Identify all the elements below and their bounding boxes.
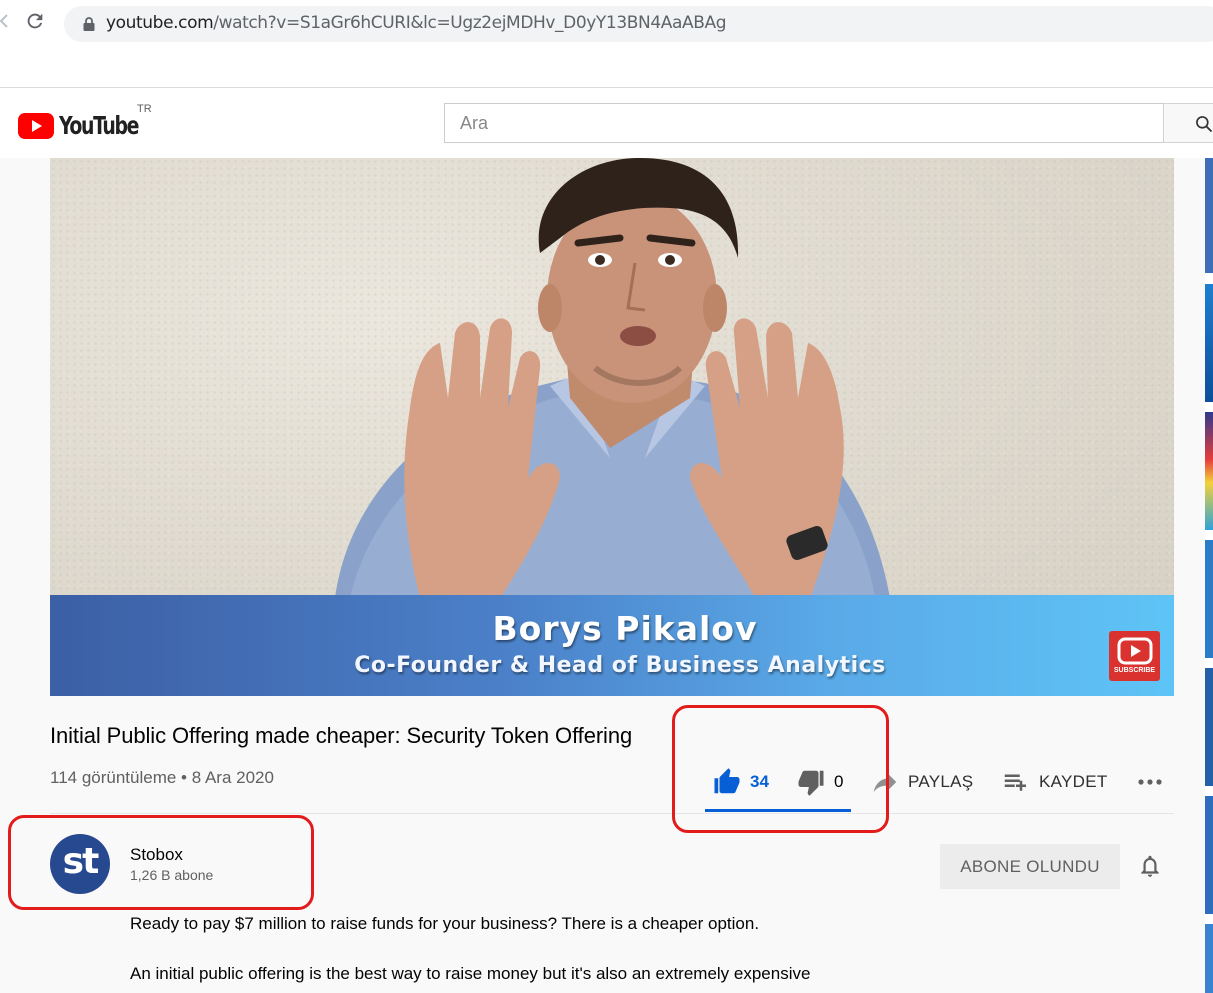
video-player[interactable]: Borys Pikalov Co-Founder & Head of Busin…: [50, 158, 1174, 696]
youtube-header: YouTube TR: [0, 89, 1213, 158]
presenter-name: Borys Pikalov: [492, 609, 758, 648]
youtube-play-logo-icon: [18, 112, 54, 139]
related-thumbnail[interactable]: [1205, 924, 1213, 993]
play-button-icon: [1117, 637, 1153, 665]
divider: [50, 813, 1174, 814]
browser-toolbar: youtube.com/watch?v=S1aGr6hCURI&lc=Ugz2e…: [0, 0, 1213, 88]
page: youtube.com/watch?v=S1aGr6hCURI&lc=Ugz2e…: [0, 0, 1213, 993]
related-thumbnail[interactable]: [1205, 412, 1213, 530]
share-label: PAYLAŞ: [908, 772, 974, 791]
notification-bell-icon[interactable]: [1137, 852, 1163, 880]
search-input[interactable]: [445, 104, 1163, 142]
video-meta: 114 görüntüleme • 8 Ara 2020: [50, 768, 274, 787]
annotation-highlight-channel: [8, 815, 314, 910]
search-icon: [1196, 116, 1213, 133]
subscribe-watermark[interactable]: SUBSCRIBE: [1109, 631, 1160, 681]
related-thumbnail[interactable]: [1205, 540, 1213, 658]
url-path: /watch?v=S1aGr6hCURI&lc=Ugz2ejMDHv_D0yY1…: [213, 13, 727, 33]
playlist-add-icon: [1004, 774, 1026, 791]
subscribe-watermark-label: SUBSCRIBE: [1113, 667, 1156, 674]
more-actions-icon[interactable]: [1136, 772, 1166, 792]
related-thumbnail[interactable]: [1205, 284, 1213, 402]
lock-icon[interactable]: [82, 16, 96, 32]
youtube-logo[interactable]: YouTube: [18, 111, 153, 140]
save-button[interactable]: KAYDET: [1001, 764, 1108, 800]
back-arrow-icon[interactable]: [0, 14, 8, 28]
reload-icon[interactable]: [24, 10, 52, 38]
youtube-logo-text: YouTube: [59, 111, 140, 140]
annotation-highlight-likes: [672, 705, 889, 833]
description-line: An initial public offering is the best w…: [130, 964, 811, 983]
search-box[interactable]: [444, 103, 1164, 143]
country-code: TR: [137, 103, 152, 115]
subscribed-button[interactable]: ABONE OLUNDU: [940, 844, 1120, 889]
related-thumbnail[interactable]: [1205, 158, 1213, 273]
url-host: youtube.com: [106, 13, 214, 33]
save-label: KAYDET: [1039, 772, 1108, 791]
presenter-role: Co-Founder & Head of Business Analytics: [354, 653, 886, 678]
related-thumbnail[interactable]: [1205, 668, 1213, 786]
video-title: Initial Public Offering made cheaper: Se…: [50, 723, 633, 748]
related-thumbnail[interactable]: [1205, 796, 1213, 914]
url-text[interactable]: youtube.com/watch?v=S1aGr6hCURI&lc=Ugz2e…: [106, 13, 727, 33]
description-line: Ready to pay $7 million to raise funds f…: [130, 914, 760, 933]
search-button[interactable]: [1163, 103, 1213, 143]
video-lower-third: Borys Pikalov Co-Founder & Head of Busin…: [50, 595, 1174, 696]
address-bar[interactable]: youtube.com/watch?v=S1aGr6hCURI&lc=Ugz2e…: [64, 6, 1213, 42]
